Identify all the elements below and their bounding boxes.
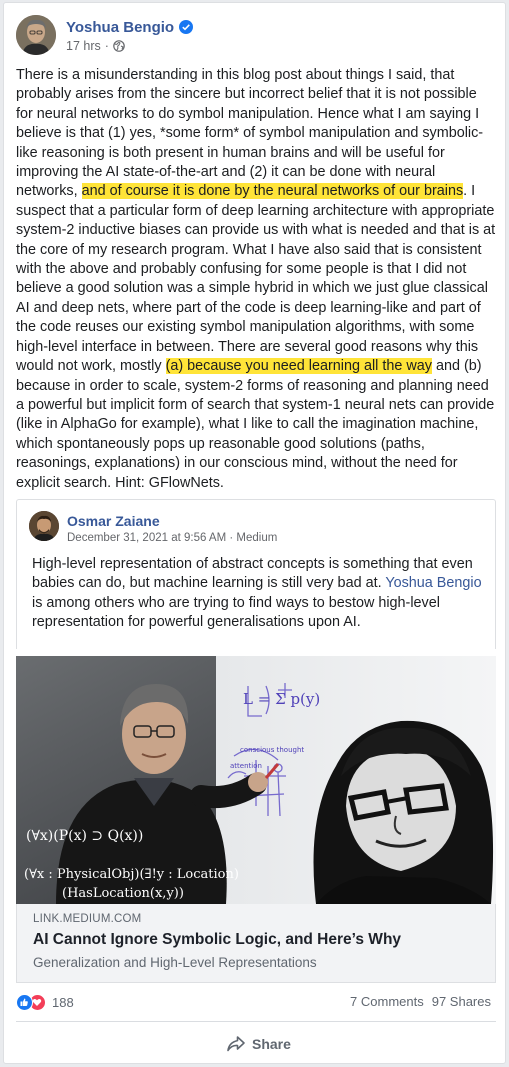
- formula-line-3: (HasLocation(x,y)): [62, 886, 184, 901]
- board-formula: L = Σ p(y): [243, 690, 320, 708]
- globe-icon[interactable]: [113, 40, 125, 52]
- formula-line-2: (∀x : PhysicalObj)(∃!y : Location): [24, 867, 239, 882]
- board-note-1: conscious thought: [240, 746, 304, 754]
- shared-post-body: High-level representation of abstract co…: [32, 555, 487, 633]
- author-name[interactable]: Yoshua Bengio: [66, 19, 174, 36]
- shared-post-meta[interactable]: December 31, 2021 at 9:56 AM · Medium: [67, 532, 277, 544]
- mention-link[interactable]: Yoshua Bengio: [385, 575, 481, 591]
- share-arrow-icon: [227, 1036, 245, 1052]
- link-domain: LINK.MEDIUM.COM: [33, 913, 142, 925]
- board-note-2: attention: [230, 762, 262, 770]
- link-preview-image[interactable]: L = Σ p(y) conscious thought attention (…: [16, 656, 496, 904]
- post-card: Yoshua Bengio 17 hrs · There is a misund…: [3, 2, 506, 1064]
- reaction-count: 188: [52, 994, 74, 1010]
- link-subtitle: Generalization and High-Level Representa…: [33, 955, 317, 970]
- action-divider: [16, 1021, 496, 1022]
- author-avatar[interactable]: [16, 15, 56, 55]
- shared-author-avatar[interactable]: [29, 511, 59, 541]
- post-text-part-2: . I suspect that a particular form of de…: [16, 183, 496, 375]
- engagement-stats: 7 Comments 97 Shares: [350, 994, 491, 1009]
- reactions-summary[interactable]: 188: [16, 992, 74, 1012]
- shared-text-part-2: is among others who are trying to find w…: [32, 594, 440, 631]
- post-text-part-1: There is a misunderstanding in this blog…: [16, 67, 484, 200]
- highlighted-text-2: (a) because you need learning all the wa…: [165, 358, 432, 375]
- link-title[interactable]: AI Cannot Ignore Symbolic Logic, and Her…: [33, 931, 401, 949]
- formula-line-1: (∀x)(P(x) ⊃ Q(x)): [26, 828, 143, 844]
- link-preview-footer[interactable]: LINK.MEDIUM.COM AI Cannot Ignore Symboli…: [16, 904, 496, 983]
- shares-count[interactable]: 97 Shares: [432, 994, 491, 1009]
- meta-separator: ·: [104, 39, 109, 53]
- comments-count[interactable]: 7 Comments: [350, 994, 424, 1009]
- verified-badge-icon: [179, 20, 194, 34]
- post-timestamp[interactable]: 17 hrs: [66, 39, 101, 53]
- shared-post[interactable]: Osmar Zaiane December 31, 2021 at 9:56 A…: [16, 499, 496, 649]
- post-body: There is a misunderstanding in this blog…: [16, 66, 496, 493]
- share-label: Share: [252, 1036, 291, 1052]
- post-header: Yoshua Bengio 17 hrs ·: [16, 15, 486, 57]
- post-text-part-3: and (b) because in order to scale, syste…: [16, 358, 495, 491]
- post-meta: 17 hrs ·: [66, 39, 125, 53]
- highlighted-text-1: and of course it is done by the neural n…: [81, 183, 464, 200]
- shared-author-name[interactable]: Osmar Zaiane: [67, 513, 160, 529]
- share-button[interactable]: Share: [226, 1033, 291, 1055]
- like-reaction-icon: [16, 993, 33, 1011]
